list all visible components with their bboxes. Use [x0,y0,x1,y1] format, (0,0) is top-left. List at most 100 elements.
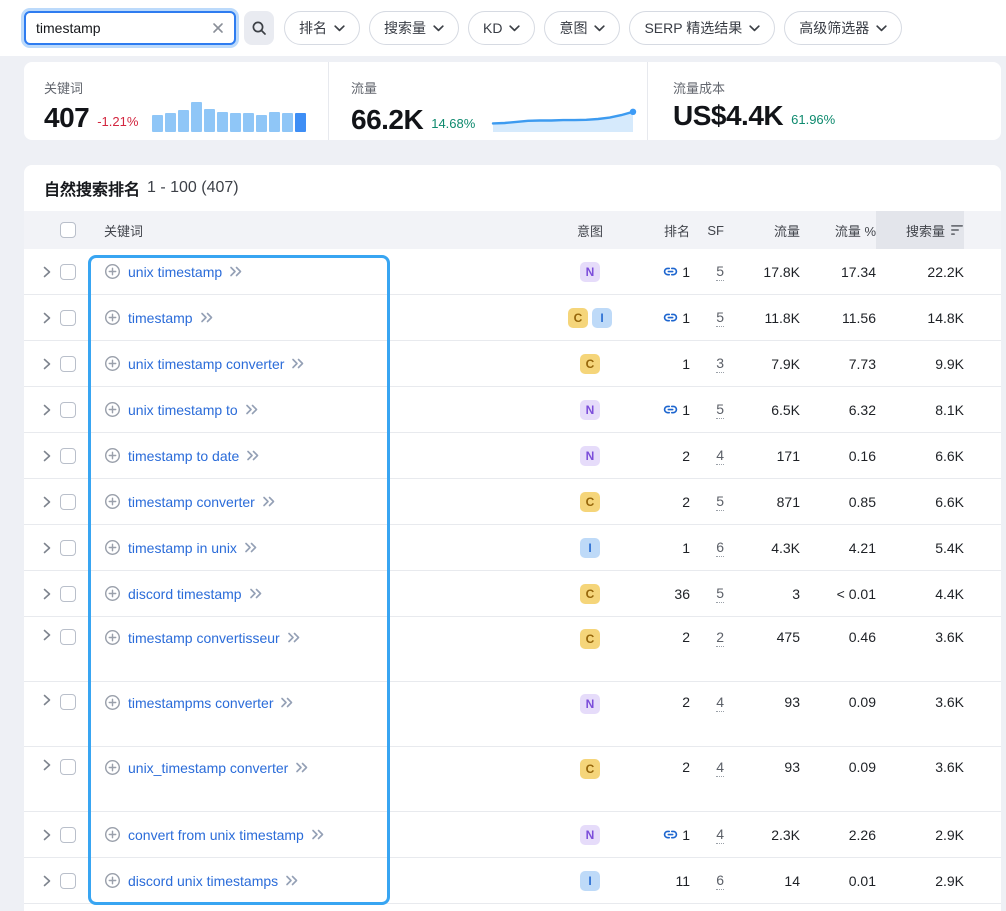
filter-dropdown-0[interactable]: 排名 [284,11,360,45]
sf-cell: 5 [690,263,724,281]
keyword-details-icon[interactable] [280,697,294,708]
sf-value: 5 [716,401,724,419]
add-keyword-icon[interactable] [104,826,121,843]
row-checkbox[interactable] [60,586,76,602]
keyword-details-icon[interactable] [295,762,309,773]
row-checkbox[interactable] [60,310,76,326]
sf-cell: 5 [690,309,724,327]
keyword-details-icon[interactable] [311,829,325,840]
table-row: unix timestamp to N 1 5 6.5K 6.32 8.1K [24,387,1001,433]
row-checkbox[interactable] [60,629,76,645]
position-link-icon[interactable] [663,264,678,279]
row-checkbox[interactable] [60,448,76,464]
keyword-details-icon[interactable] [229,266,243,277]
expand-row-chevron-icon[interactable] [34,829,60,841]
search-button[interactable] [244,11,274,45]
add-keyword-icon[interactable] [104,263,121,280]
keyword-details-icon[interactable] [287,632,301,643]
row-checkbox[interactable] [60,402,76,418]
traffic-pct-cell: 6.32 [800,402,876,418]
keyword-link[interactable]: timestamp to date [128,448,239,464]
traffic-pct-cell: 0.01 [800,873,876,889]
keyword-details-icon[interactable] [246,450,260,461]
organic-positions-card: 自然搜索排名 1 - 100 (407) 关键词 意图 排名 SF 流量 流量 … [24,165,1001,911]
add-keyword-icon[interactable] [104,401,121,418]
sf-value: 4 [716,447,724,465]
expand-row-chevron-icon[interactable] [34,694,60,706]
filter-dropdown-5[interactable]: 高级筛选器 [784,11,902,45]
stat-traffic-cost-label: 流量成本 [673,78,1001,97]
add-keyword-icon[interactable] [104,493,121,510]
position-link-icon[interactable] [663,402,678,417]
keyword-details-icon[interactable] [245,404,259,415]
keyword-details-icon[interactable] [200,312,214,323]
add-keyword-icon[interactable] [104,759,121,776]
keyword-search-input[interactable] [24,11,236,45]
expand-row-chevron-icon[interactable] [34,759,60,771]
filter-dropdown-4[interactable]: SERP 精选结果 [629,11,775,45]
keyword-link[interactable]: unix timestamp [128,264,222,280]
position-link-icon[interactable] [663,827,678,842]
expand-row-chevron-icon[interactable] [34,312,60,324]
expand-row-chevron-icon[interactable] [34,542,60,554]
filter-dropdown-3[interactable]: 意图 [544,11,620,45]
expand-row-chevron-icon[interactable] [34,358,60,370]
keyword-details-icon[interactable] [291,358,305,369]
expand-row-chevron-icon[interactable] [34,450,60,462]
expand-row-chevron-icon[interactable] [34,875,60,887]
add-keyword-icon[interactable] [104,872,121,889]
keyword-link[interactable]: timestampms converter [128,695,273,711]
position-cell: 1 [635,310,690,326]
add-keyword-icon[interactable] [104,629,121,646]
position-link-icon[interactable] [663,310,678,325]
row-checkbox[interactable] [60,873,76,889]
keyword-link[interactable]: unix timestamp converter [128,356,284,372]
filter-dropdown-1[interactable]: 搜索量 [369,11,459,45]
keyword-link[interactable]: discord timestamp [128,586,242,602]
add-keyword-icon[interactable] [104,355,121,372]
keyword-link[interactable]: timestamp converter [128,494,255,510]
stat-keywords-value: 407 [44,104,89,132]
add-keyword-icon[interactable] [104,309,121,326]
keyword-details-icon[interactable] [244,542,258,553]
expand-row-chevron-icon[interactable] [34,588,60,600]
keyword-details-icon[interactable] [285,875,299,886]
filter-dropdown-2[interactable]: KD [468,11,535,45]
clear-search-icon[interactable] [210,20,226,36]
keyword-link[interactable]: timestamp in unix [128,540,237,556]
sort-descending-icon [951,224,964,236]
col-traffic: 流量 [724,211,800,249]
expand-row-chevron-icon[interactable] [34,266,60,278]
keyword-link[interactable]: unix timestamp to [128,402,238,418]
stat-keywords-label: 关键词 [44,78,328,97]
row-checkbox[interactable] [60,759,76,775]
add-keyword-icon[interactable] [104,539,121,556]
filter-dropdown-label: 高级筛选器 [799,18,869,38]
row-checkbox[interactable] [60,540,76,556]
select-all-checkbox[interactable] [60,222,76,238]
add-keyword-icon[interactable] [104,694,121,711]
expand-row-chevron-icon[interactable] [34,404,60,416]
keyword-link[interactable]: unix_timestamp converter [128,760,288,776]
row-checkbox[interactable] [60,264,76,280]
position-value: 2 [682,494,690,510]
row-checkbox[interactable] [60,494,76,510]
expand-row-chevron-icon[interactable] [34,496,60,508]
add-keyword-icon[interactable] [104,447,121,464]
row-checkbox[interactable] [60,694,76,710]
keyword-details-icon[interactable] [262,496,276,507]
table-row: discord timestamp C 36 5 3 < 0.01 4.4K [24,571,1001,617]
keyword-details-icon[interactable] [249,588,263,599]
row-checkbox[interactable] [60,827,76,843]
keyword-link[interactable]: timestamp [128,310,193,326]
keyword-link[interactable]: timestamp convertisseur [128,630,280,646]
col-volume-sort[interactable]: 搜索量 [876,211,964,249]
keyword-link[interactable]: discord unix timestamps [128,873,278,889]
filter-dropdown-label: 排名 [299,18,327,38]
keyword-link[interactable]: convert from unix timestamp [128,827,304,843]
expand-row-chevron-icon[interactable] [34,629,60,641]
row-checkbox[interactable] [60,356,76,372]
traffic-pct-cell: 4.21 [800,540,876,556]
trend-bar [282,113,293,132]
add-keyword-icon[interactable] [104,585,121,602]
